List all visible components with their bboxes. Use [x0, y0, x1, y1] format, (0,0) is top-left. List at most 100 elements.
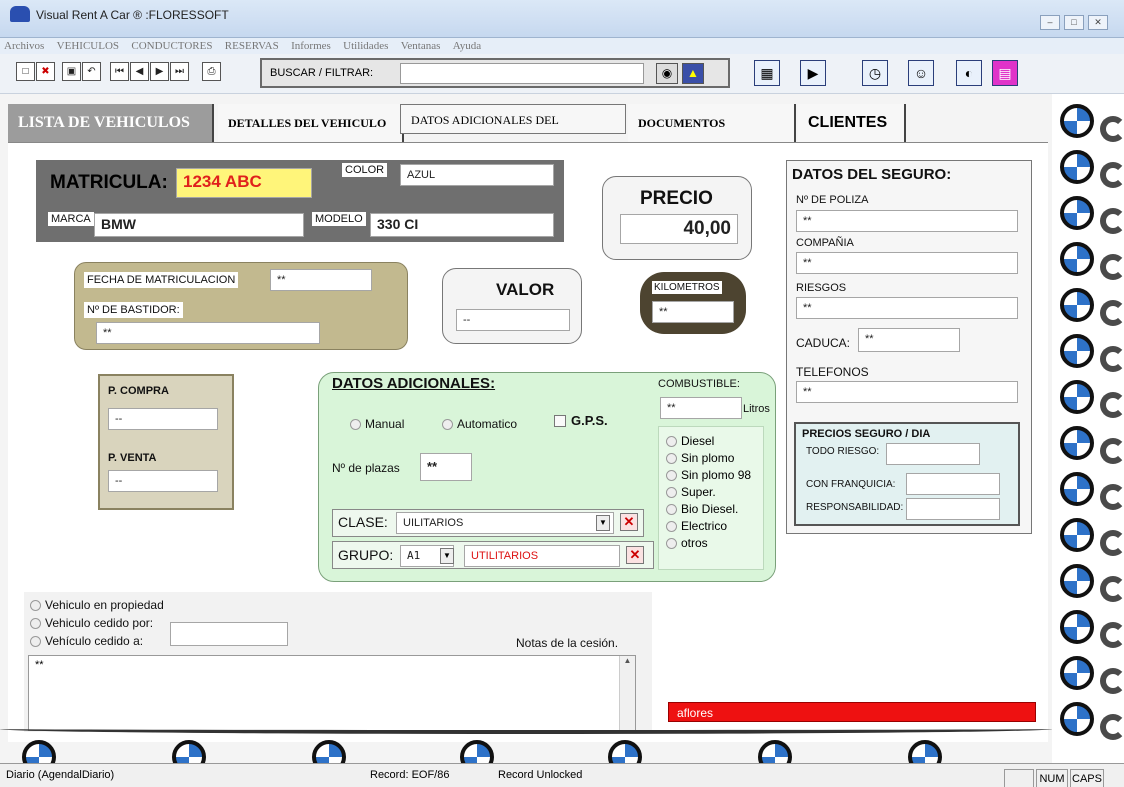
fuel-otros-label: otros	[681, 536, 708, 550]
app-card-icon[interactable]: ▤	[992, 60, 1018, 86]
clase-select[interactable]: UILITARIOS	[396, 512, 614, 534]
status-left: Diario (AgendalDiario)	[6, 769, 115, 781]
minimize-button[interactable]: –	[1040, 15, 1060, 30]
riesgos-field[interactable]: **	[796, 297, 1018, 319]
cedido-field[interactable]	[170, 622, 288, 646]
automatico-radio[interactable]: Automatico	[442, 417, 517, 431]
bastidor-field[interactable]: **	[96, 322, 320, 344]
compania-field[interactable]: **	[796, 252, 1018, 274]
notas-scrollbar[interactable]: ▲	[619, 656, 635, 730]
fuel-otros[interactable]: otros	[666, 535, 751, 552]
fuel-bio-diesel-radio[interactable]	[666, 504, 677, 515]
valor-field[interactable]: --	[456, 309, 570, 331]
poliza-field[interactable]: **	[796, 210, 1018, 232]
menu-informes[interactable]: Informes	[291, 40, 331, 52]
fuel-sin-plomo-98-radio[interactable]	[666, 470, 677, 481]
tab-lista-vehiculos[interactable]: LISTA DE VEHICULOS	[8, 104, 214, 142]
fuel-electrico-radio[interactable]	[666, 521, 677, 532]
plazas-field[interactable]: **	[420, 453, 472, 481]
precios-seguro-title: PRECIOS SEGURO / DIA	[802, 428, 931, 440]
next-record-icon[interactable]: ▶	[150, 62, 169, 81]
close-button[interactable]: ✕	[1088, 15, 1108, 30]
bmw-logo-icon	[1060, 104, 1094, 138]
fuel-super[interactable]: Super.	[666, 484, 751, 501]
clase-clear-icon[interactable]: ✕	[620, 513, 638, 531]
color-field[interactable]: AZUL	[400, 164, 554, 186]
notas-textarea[interactable]: ** ▲	[28, 655, 636, 731]
automatico-radio-circle[interactable]	[442, 419, 453, 430]
fuel-electrico[interactable]: Electrico	[666, 518, 751, 535]
binoculars-icon[interactable]: ◉	[656, 63, 678, 84]
chart-icon[interactable]: ◐	[956, 60, 982, 86]
fuel-otros-radio[interactable]	[666, 538, 677, 549]
users-icon[interactable]: ☺	[908, 60, 934, 86]
propiedad-radio[interactable]: Vehiculo en propiedad	[30, 598, 164, 612]
gps-checkbox-box[interactable]	[554, 415, 566, 427]
matricula-field[interactable]: 1234 ABC	[176, 168, 312, 198]
matricula-label: MATRICULA:	[50, 172, 168, 193]
manual-radio-circle[interactable]	[350, 419, 361, 430]
clock-icon[interactable]: ◷	[862, 60, 888, 86]
grupo-clear-icon[interactable]: ✕	[626, 546, 644, 564]
menu-reservas[interactable]: RESERVAS	[225, 40, 279, 52]
plazas-label: Nº de plazas	[332, 461, 400, 475]
menu-archivos[interactable]: Archivos	[4, 40, 44, 52]
modelo-field[interactable]: 330 CI	[370, 213, 554, 237]
previous-record-icon[interactable]: ◀	[130, 62, 149, 81]
fuel-sin-plomo-radio[interactable]	[666, 453, 677, 464]
fuel-bio-diesel[interactable]: Bio Diesel.	[666, 501, 751, 518]
combustible-field[interactable]: **	[660, 397, 742, 419]
save-icon[interactable]: ▣	[62, 62, 81, 81]
filter-icon[interactable]: ▲	[682, 63, 704, 84]
cedido-por-radio-circle[interactable]	[30, 618, 41, 629]
fuel-diesel-radio[interactable]	[666, 436, 677, 447]
fuel-sin-plomo-98-label: Sin plomo 98	[681, 468, 752, 482]
delete-record-icon[interactable]: ✖	[36, 62, 55, 81]
precio-field[interactable]: 40,00	[620, 214, 738, 244]
grupo-dropdown-icon[interactable]: ▼	[440, 548, 454, 564]
bmw-logo-icon	[1060, 518, 1094, 552]
franquicia-field[interactable]	[906, 473, 1000, 495]
last-record-icon[interactable]: ⏭	[170, 62, 189, 81]
p-compra-field[interactable]: --	[108, 408, 218, 430]
cedido-a-radio[interactable]: Vehículo cedido a:	[30, 634, 143, 648]
undo-icon[interactable]: ↶	[82, 62, 101, 81]
telefonos-field[interactable]: **	[796, 381, 1018, 403]
propiedad-radio-circle[interactable]	[30, 600, 41, 611]
new-record-icon[interactable]: □	[16, 62, 35, 81]
menu-ventanas[interactable]: Ventanas	[401, 40, 441, 52]
c-shape-icon	[1100, 576, 1124, 602]
manual-radio[interactable]: Manual	[350, 417, 404, 431]
calendar-icon[interactable]: ▦	[754, 60, 780, 86]
maximize-button[interactable]: □	[1064, 15, 1084, 30]
kilometros-field[interactable]: **	[652, 301, 734, 323]
fuel-diesel[interactable]: Diesel	[666, 433, 751, 450]
car-icon[interactable]: ▶	[800, 60, 826, 86]
tab-detalles-vehiculo[interactable]: DETALLES DEL VEHICULO	[218, 104, 404, 142]
tab-documentos-vehiculo[interactable]: DOCUMENTOS VEHICULO	[628, 104, 796, 168]
tab-clientes[interactable]: CLIENTES	[798, 104, 906, 142]
search-input[interactable]	[400, 63, 644, 84]
caduca-field[interactable]: **	[858, 328, 960, 352]
gps-checkbox[interactable]: G.P.S.	[554, 413, 608, 428]
menu-vehiculos[interactable]: VEHICULOS	[57, 40, 119, 52]
fecha-field[interactable]: **	[270, 269, 372, 291]
print-icon[interactable]: ⎙	[202, 62, 221, 81]
p-venta-field[interactable]: --	[108, 470, 218, 492]
tab-datos-adicionales[interactable]: DATOS ADICIONALES DEL VEHICULO	[400, 104, 626, 157]
franquicia-label: CON FRANQUICIA:	[806, 479, 896, 490]
fuel-super-radio[interactable]	[666, 487, 677, 498]
clase-dropdown-icon[interactable]: ▼	[596, 515, 610, 531]
cedido-a-radio-circle[interactable]	[30, 636, 41, 647]
cedido-por-radio[interactable]: Vehiculo cedido por:	[30, 616, 153, 630]
todo-riesgo-field[interactable]	[886, 443, 980, 465]
menu-ayuda[interactable]: Ayuda	[453, 40, 481, 52]
first-record-icon[interactable]: ⏮	[110, 62, 129, 81]
responsabilidad-field[interactable]	[906, 498, 1000, 520]
fuel-sin-plomo[interactable]: Sin plomo	[666, 450, 751, 467]
menu-conductores[interactable]: CONDUCTORES	[131, 40, 212, 52]
bmw-logo-icon	[758, 740, 792, 764]
fuel-sin-plomo-98[interactable]: Sin plomo 98	[666, 467, 751, 484]
menu-utilidades[interactable]: Utilidades	[343, 40, 388, 52]
marca-field[interactable]: BMW	[94, 213, 304, 237]
